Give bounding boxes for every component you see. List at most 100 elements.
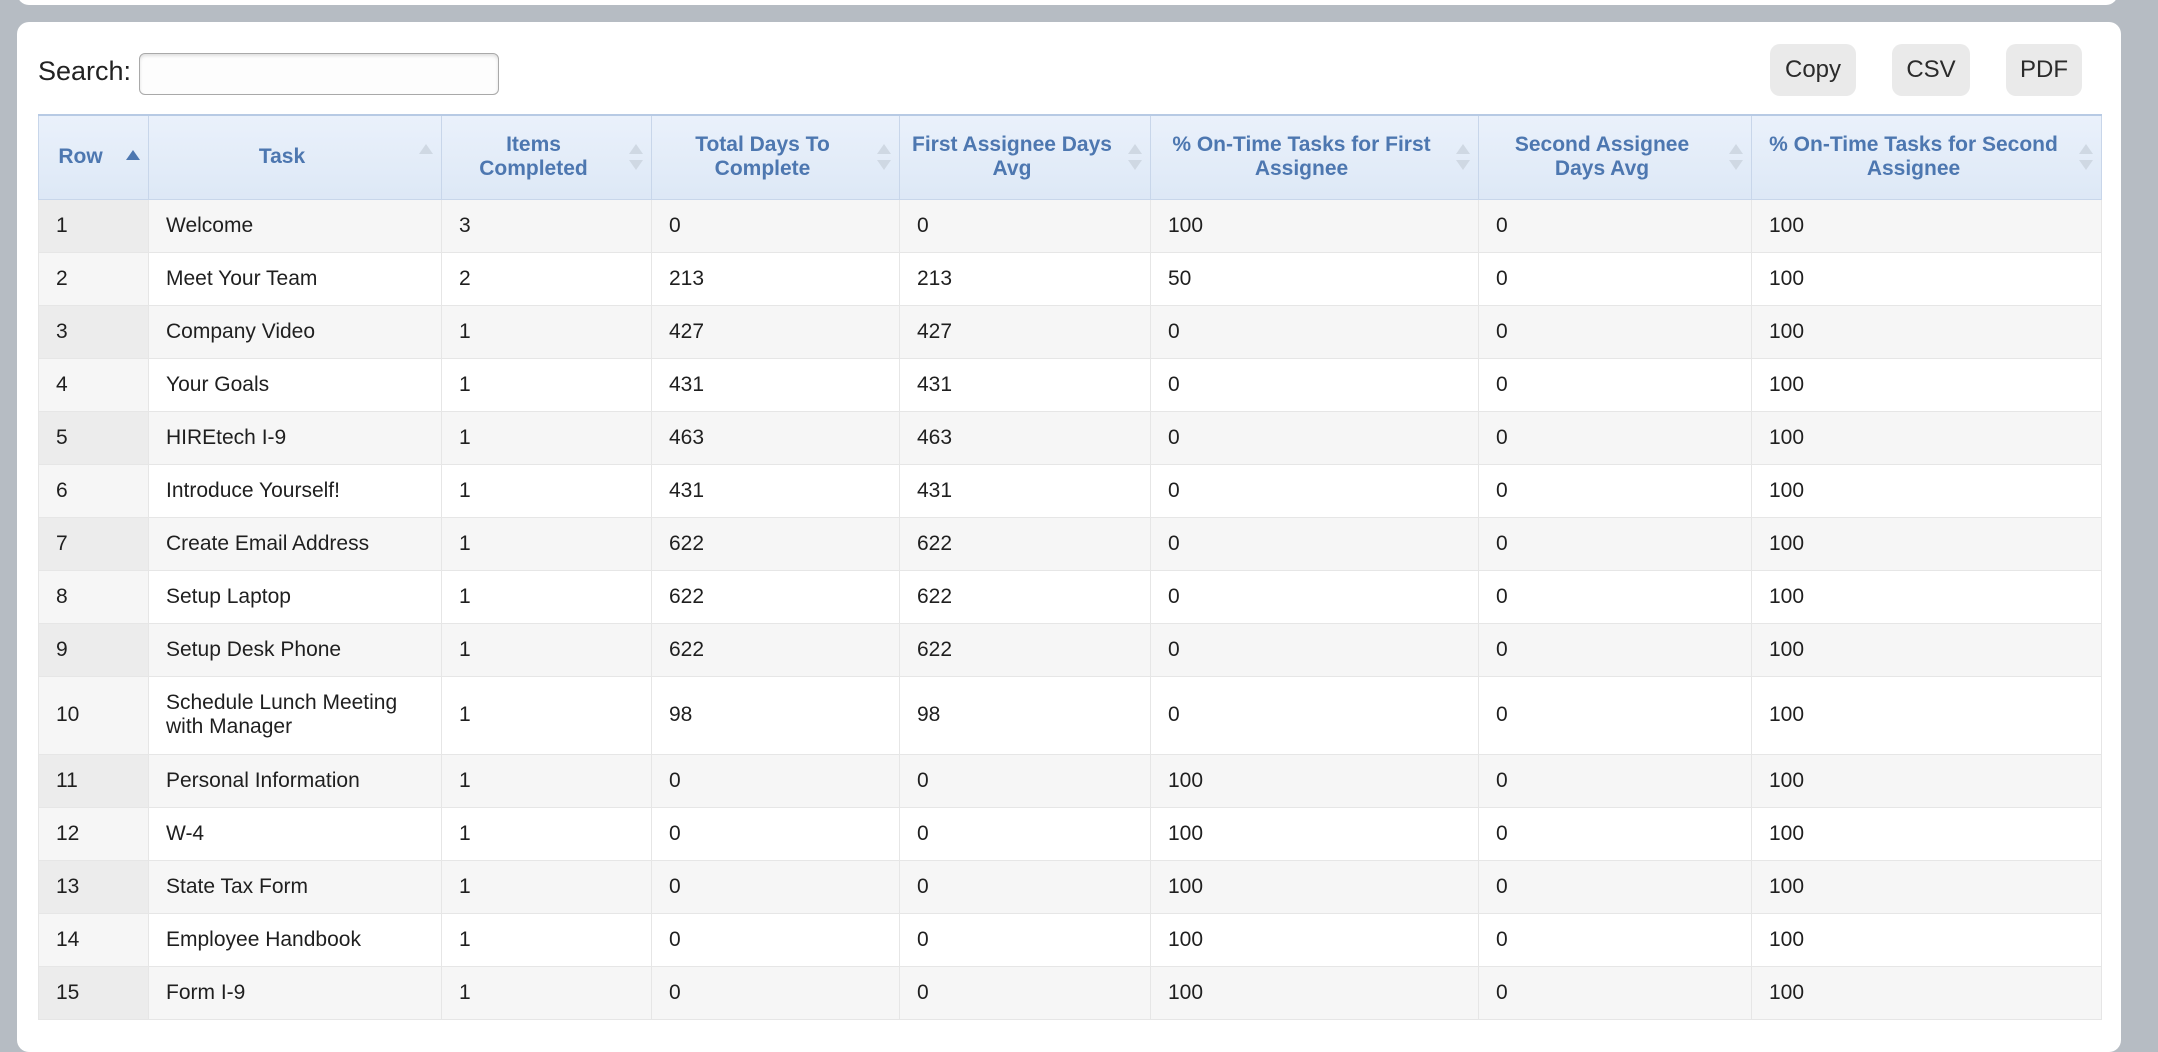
cell-items-completed: 1 [441, 622, 652, 677]
table-row: 4 Your Goals 1 431 431 0 0 100 [38, 357, 2102, 412]
cell-row: 5 [38, 410, 149, 465]
cell-task: Meet Your Team [148, 251, 442, 306]
cell-items-completed: 1 [441, 569, 652, 624]
cell-first-assignee-ontime: 100 [1150, 912, 1479, 967]
table-row: 7 Create Email Address 1 622 622 0 0 100 [38, 516, 2102, 571]
column-header-second-assignee-ontime[interactable]: % On-Time Tasks for Second Assignee [1751, 114, 2102, 200]
cell-total-days: 98 [651, 675, 900, 755]
column-header-first-assignee-ontime[interactable]: % On-Time Tasks for First Assignee [1150, 114, 1479, 200]
pdf-button[interactable]: PDF [2006, 44, 2082, 96]
copy-button[interactable]: Copy [1770, 44, 1856, 96]
sort-icon [629, 144, 643, 171]
table-row: 15 Form I-9 1 0 0 100 0 100 [38, 965, 2102, 1020]
cell-task: Company Video [148, 304, 442, 359]
table-row: 12 W-4 1 0 0 100 0 100 [38, 806, 2102, 861]
table-row: 5 HIREtech I-9 1 463 463 0 0 100 [38, 410, 2102, 465]
cell-second-assignee-ontime: 100 [1751, 410, 2102, 465]
cell-items-completed: 1 [441, 357, 652, 412]
cell-items-completed: 1 [441, 753, 652, 808]
sort-icon [1128, 144, 1142, 171]
cell-second-assignee-ontime: 100 [1751, 198, 2102, 253]
cell-task: Create Email Address [148, 516, 442, 571]
cell-row: 10 [38, 675, 149, 755]
column-header-items-completed[interactable]: Items Completed [441, 114, 652, 200]
cell-first-assignee-days: 463 [899, 410, 1151, 465]
cell-second-assignee-ontime: 100 [1751, 622, 2102, 677]
cell-task: HIREtech I-9 [148, 410, 442, 465]
sort-icon [1456, 144, 1470, 171]
cell-first-assignee-ontime: 100 [1150, 859, 1479, 914]
cell-row: 14 [38, 912, 149, 967]
cell-first-assignee-ontime: 0 [1150, 357, 1479, 412]
cell-second-assignee-days: 0 [1478, 965, 1752, 1020]
table-header-row: Row Task Items Completed Total Days To C… [38, 114, 2102, 200]
cell-total-days: 0 [651, 912, 900, 967]
cell-task: Personal Information [148, 753, 442, 808]
cell-second-assignee-days: 0 [1478, 516, 1752, 571]
cell-first-assignee-ontime: 0 [1150, 463, 1479, 518]
cell-second-assignee-ontime: 100 [1751, 912, 2102, 967]
cell-total-days: 431 [651, 357, 900, 412]
table-row: 13 State Tax Form 1 0 0 100 0 100 [38, 859, 2102, 914]
cell-total-days: 427 [651, 304, 900, 359]
column-header-label: Total Days To Complete [695, 133, 830, 181]
table-row: 1 Welcome 3 0 0 100 0 100 [38, 198, 2102, 253]
cell-row: 2 [38, 251, 149, 306]
cell-second-assignee-days: 0 [1478, 198, 1752, 253]
cell-row: 11 [38, 753, 149, 808]
cell-total-days: 622 [651, 516, 900, 571]
cell-row: 13 [38, 859, 149, 914]
search-label: Search: [38, 56, 132, 86]
column-header-second-assignee-days[interactable]: Second Assignee Days Avg [1478, 114, 1752, 200]
cell-second-assignee-ontime: 100 [1751, 357, 2102, 412]
cell-total-days: 622 [651, 569, 900, 624]
cell-row: 1 [38, 198, 149, 253]
cell-task: Form I-9 [148, 965, 442, 1020]
column-header-first-assignee-days[interactable]: First Assignee Days Avg [899, 114, 1151, 200]
cell-second-assignee-ontime: 100 [1751, 304, 2102, 359]
cell-row: 9 [38, 622, 149, 677]
cell-first-assignee-ontime: 0 [1150, 622, 1479, 677]
sort-ascending-icon [126, 150, 140, 176]
column-header-label: Task [258, 145, 306, 169]
table-row: 8 Setup Laptop 1 622 622 0 0 100 [38, 569, 2102, 624]
cell-second-assignee-ontime: 100 [1751, 806, 2102, 861]
cell-total-days: 463 [651, 410, 900, 465]
csv-button[interactable]: CSV [1892, 44, 1970, 96]
cell-first-assignee-days: 0 [899, 859, 1151, 914]
column-header-task[interactable]: Task [148, 114, 442, 200]
table-row: 14 Employee Handbook 1 0 0 100 0 100 [38, 912, 2102, 967]
cell-items-completed: 1 [441, 859, 652, 914]
cell-first-assignee-days: 0 [899, 806, 1151, 861]
sort-icon [419, 144, 433, 170]
cell-first-assignee-days: 0 [899, 912, 1151, 967]
cell-items-completed: 1 [441, 410, 652, 465]
cell-second-assignee-ontime: 100 [1751, 859, 2102, 914]
previous-panel [17, 0, 2118, 5]
cell-task: Your Goals [148, 357, 442, 412]
table-row: 3 Company Video 1 427 427 0 0 100 [38, 304, 2102, 359]
cell-task: Schedule Lunch Meeting with Manager [148, 675, 442, 755]
sort-icon [877, 144, 891, 171]
cell-first-assignee-days: 622 [899, 622, 1151, 677]
column-header-row[interactable]: Row [38, 114, 149, 200]
cell-items-completed: 2 [441, 251, 652, 306]
cell-first-assignee-ontime: 0 [1150, 516, 1479, 571]
cell-first-assignee-ontime: 0 [1150, 410, 1479, 465]
column-header-total-days[interactable]: Total Days To Complete [651, 114, 900, 200]
table-row: 11 Personal Information 1 0 0 100 0 100 [38, 753, 2102, 808]
cell-row: 6 [38, 463, 149, 518]
cell-items-completed: 1 [441, 463, 652, 518]
cell-second-assignee-ontime: 100 [1751, 463, 2102, 518]
sort-icon [1729, 144, 1743, 171]
cell-total-days: 0 [651, 965, 900, 1020]
cell-row: 15 [38, 965, 149, 1020]
cell-task: Setup Desk Phone [148, 622, 442, 677]
search-input[interactable] [139, 53, 499, 95]
cell-row: 12 [38, 806, 149, 861]
task-report-table: Row Task Items Completed Total Days To C… [38, 114, 2102, 1020]
cell-first-assignee-days: 0 [899, 198, 1151, 253]
cell-first-assignee-days: 0 [899, 753, 1151, 808]
column-header-label: First Assignee Days Avg [912, 133, 1112, 181]
cell-total-days: 0 [651, 753, 900, 808]
